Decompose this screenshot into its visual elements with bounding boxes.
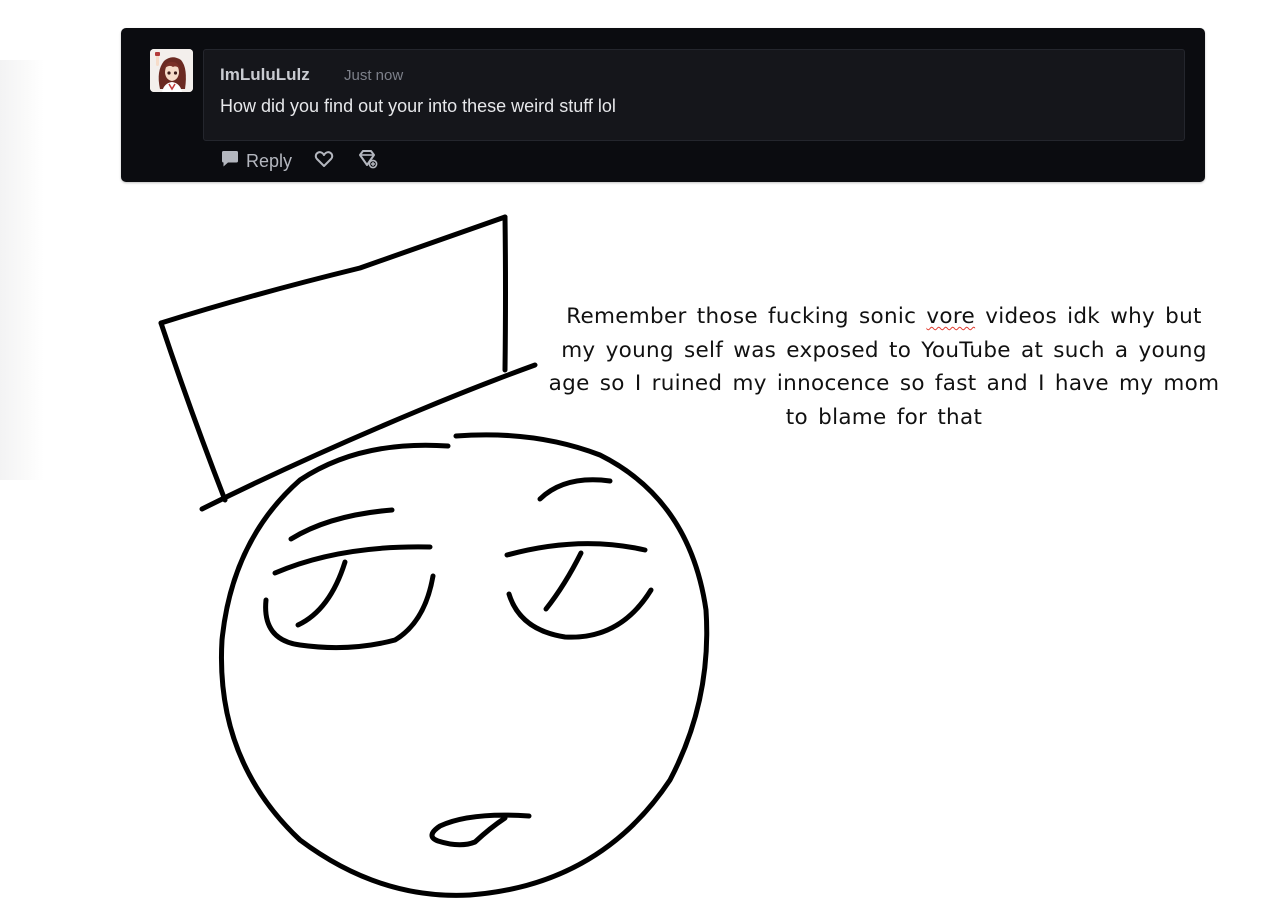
caption-text: Remember those fucking sonic vore videos… <box>548 300 1220 434</box>
mouth <box>429 812 532 848</box>
right-brow <box>537 477 613 502</box>
hat-left-side <box>158 320 228 503</box>
misspelled-word: vore <box>926 304 976 329</box>
hat-right-side <box>502 214 508 373</box>
doodle-drawing <box>158 214 710 898</box>
page: ImLuluLulz Just now How did you find out… <box>0 0 1280 908</box>
left-brow <box>288 507 395 542</box>
right-eye <box>506 587 654 640</box>
left-eye <box>263 573 436 651</box>
head-outline <box>218 432 710 898</box>
left-pupil <box>295 559 348 628</box>
left-lid <box>272 544 433 576</box>
hat-top-edge <box>158 214 508 326</box>
caption-part: Remember those fucking sonic <box>566 304 927 329</box>
right-lid <box>504 541 648 558</box>
right-pupil <box>543 550 584 612</box>
